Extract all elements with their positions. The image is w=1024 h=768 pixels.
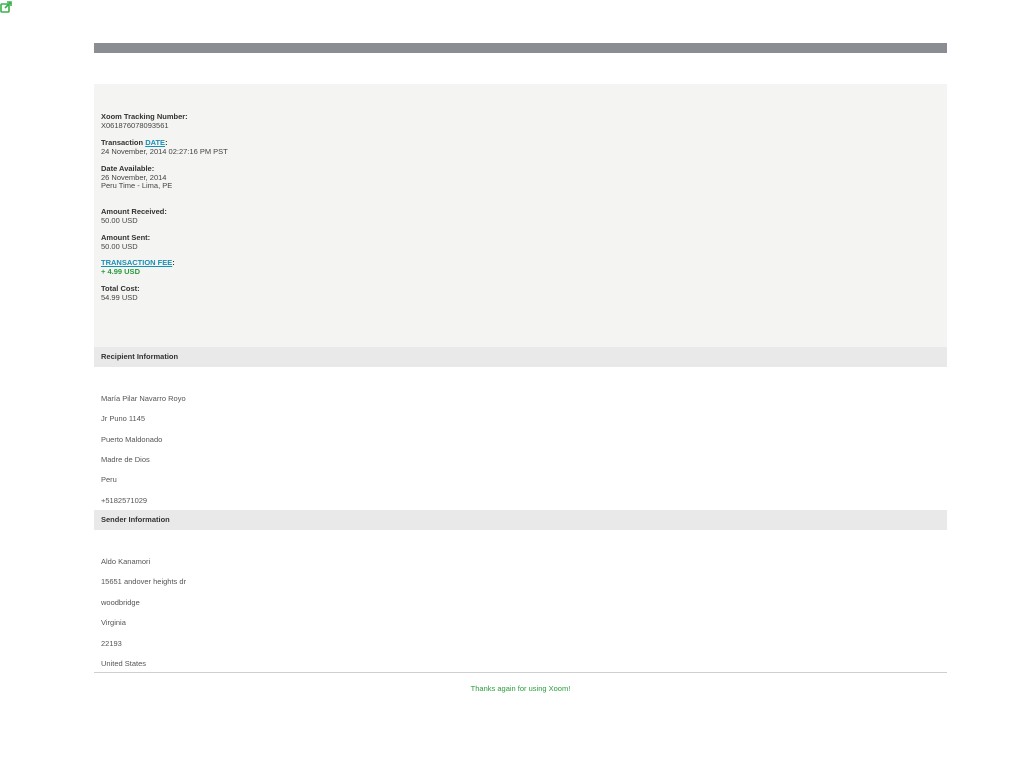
transaction-summary-panel: Xoom Tracking Number: X061876078093561 T… <box>94 84 947 347</box>
external-link-icon[interactable] <box>0 0 12 13</box>
sender-header: Sender Information <box>94 510 947 530</box>
transaction-date: Transaction DATE: 24 November, 2014 02:2… <box>101 138 228 156</box>
sender-city: woodbridge <box>101 598 140 607</box>
total-cost: Total Cost: 54.99 USD <box>101 284 140 302</box>
sender-street: 15651 andover heights dr <box>101 577 187 586</box>
available-timezone: Peru Time - Lima, PE <box>101 181 173 190</box>
recipient-header: Recipient Information <box>94 347 947 367</box>
amount-sent: Amount Sent: 50.00 USD <box>101 233 150 251</box>
recipient-street: Jr Puno 1145 <box>101 414 146 423</box>
sender-name: Aldo Kanamori <box>101 557 151 566</box>
tracking-value: X061876078093561 <box>101 120 169 130</box>
sender-state: Virginia <box>101 618 126 627</box>
total-value: 54.99 USD <box>101 292 138 302</box>
amount-received: Amount Received: 50.00 USD <box>101 207 167 225</box>
fee-value: + 4.99 USD <box>101 266 140 276</box>
received-value: 50.00 USD <box>101 215 138 225</box>
recipient-phone: +5182571029 <box>101 496 148 505</box>
footer-thanks: Thanks again for using Xoom! <box>470 684 571 693</box>
transaction-fee-link[interactable]: TRANSACTION FEE <box>101 258 172 267</box>
date-link[interactable]: DATE <box>145 138 165 147</box>
transaction-colon: : <box>165 138 168 147</box>
recipient-region: Madre de Dios <box>101 455 150 464</box>
recipient-city: Puerto Maldonado <box>101 435 163 444</box>
date-available: Date Available: 26 November, 2014 Peru T… <box>101 164 173 191</box>
sender-zip: 22193 <box>101 639 122 648</box>
tracking-number: Xoom Tracking Number: X061876078093561 <box>101 112 188 130</box>
footer-divider <box>94 672 947 673</box>
fee-colon: : <box>172 258 175 267</box>
sender-country: United States <box>101 659 147 668</box>
recipient-country: Peru <box>101 475 117 484</box>
recipient-name: María Pilar Navarro Royo <box>101 394 186 403</box>
sent-value: 50.00 USD <box>101 241 138 251</box>
transaction-date-value: 24 November, 2014 02:27:16 PM PST <box>101 146 228 156</box>
recipient-header-label: Recipient Information <box>101 352 179 361</box>
sender-header-label: Sender Information <box>101 515 170 524</box>
transaction-fee: TRANSACTION FEE: + 4.99 USD <box>101 258 175 276</box>
transaction-label: Transaction <box>101 138 146 147</box>
header-bar <box>94 43 947 53</box>
